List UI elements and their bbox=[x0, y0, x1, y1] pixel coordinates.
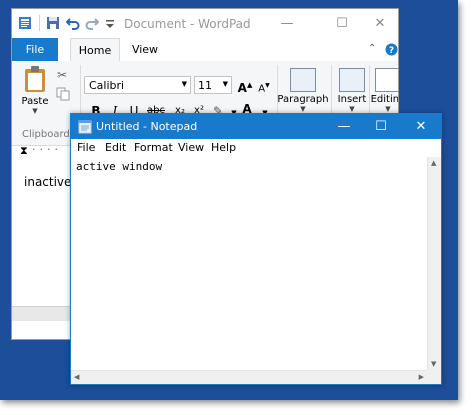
clipboard-icon bbox=[25, 66, 45, 92]
chevron-down-icon: ▼ bbox=[349, 105, 355, 113]
font-size-select[interactable]: 11 ▼ bbox=[194, 76, 232, 94]
binoculars-icon bbox=[375, 68, 398, 92]
wordpad-document-text: inactive bbox=[24, 175, 72, 189]
paragraph-icon bbox=[290, 68, 316, 92]
undo-icon[interactable] bbox=[66, 16, 80, 30]
chevron-down-icon: ▼ bbox=[181, 80, 187, 88]
paste-dropdown-icon: ▼ bbox=[32, 107, 38, 115]
size-grip[interactable] bbox=[427, 370, 441, 384]
editing-button[interactable]: Editing ▼ bbox=[368, 65, 399, 117]
insert-label: Insert bbox=[337, 94, 367, 105]
chevron-down-icon: ▼ bbox=[385, 105, 391, 113]
notepad-text-content: active window bbox=[76, 160, 163, 173]
scroll-up-icon[interactable]: ▲ bbox=[431, 159, 436, 167]
editing-label: Editing bbox=[370, 94, 399, 105]
tab-view[interactable]: View bbox=[130, 38, 160, 61]
paste-button[interactable]: Paste ▼ bbox=[18, 65, 52, 121]
wordpad-titlebar[interactable]: Document - WordPad — ☐ ✕ bbox=[12, 9, 398, 38]
scroll-down-icon[interactable]: ▼ bbox=[431, 360, 436, 368]
indent-marker-icon[interactable]: ⧗ bbox=[20, 144, 28, 158]
minimize-button[interactable]: — bbox=[264, 9, 310, 38]
font-size-value: 11 bbox=[198, 79, 212, 92]
menu-file[interactable]: File bbox=[77, 141, 95, 154]
ribbon-tabs: File Home View ⌃ ? bbox=[12, 38, 398, 62]
clipboard-group-label: Clipboard bbox=[22, 129, 70, 140]
tab-home[interactable]: Home bbox=[70, 38, 120, 62]
chevron-down-icon: ▼ bbox=[300, 105, 306, 113]
notepad-window: Untitled - Notepad — ☐ ✕ File Edit Forma… bbox=[70, 113, 442, 385]
wordpad-horizontal-scrollbar[interactable] bbox=[12, 306, 72, 321]
menu-view[interactable]: View bbox=[178, 141, 204, 154]
minimize-button[interactable]: — bbox=[326, 114, 362, 139]
notepad-title: Untitled - Notepad bbox=[96, 120, 198, 133]
customize-toolbar-icon[interactable] bbox=[103, 16, 117, 30]
copy-icon[interactable] bbox=[56, 87, 70, 101]
titlebar-separator bbox=[39, 15, 40, 31]
notepad-horizontal-scrollbar[interactable]: ◀ ▶ bbox=[71, 370, 427, 384]
svg-text:?: ? bbox=[389, 46, 394, 56]
close-button[interactable]: ✕ bbox=[403, 114, 439, 139]
menu-help[interactable]: Help bbox=[211, 141, 236, 154]
chevron-down-icon: ▼ bbox=[222, 80, 228, 88]
menu-edit[interactable]: Edit bbox=[105, 141, 126, 154]
ruler-ticks: ···· bbox=[32, 143, 62, 156]
paragraph-button[interactable]: Paragraph ▼ bbox=[271, 65, 335, 117]
tab-file[interactable]: File bbox=[12, 38, 58, 61]
help-icon[interactable]: ? bbox=[385, 43, 398, 56]
insert-button[interactable]: Insert ▼ bbox=[332, 65, 372, 117]
notepad-app-icon[interactable] bbox=[78, 119, 92, 134]
wordpad-app-icon[interactable] bbox=[18, 16, 32, 30]
paste-label: Paste bbox=[21, 96, 49, 107]
insert-picture-icon bbox=[339, 68, 365, 92]
menu-format[interactable]: Format bbox=[134, 141, 173, 154]
collapse-ribbon-icon[interactable]: ⌃ bbox=[368, 43, 376, 54]
scroll-right-icon[interactable]: ▶ bbox=[419, 373, 424, 381]
notepad-vertical-scrollbar[interactable]: ▲ ▼ bbox=[427, 157, 441, 370]
redo-icon[interactable] bbox=[85, 16, 99, 30]
font-name-value: Calibri bbox=[89, 79, 125, 92]
save-icon[interactable] bbox=[46, 16, 60, 30]
wordpad-title: Document - WordPad bbox=[124, 17, 251, 31]
notepad-menubar: File Edit Format View Help bbox=[71, 139, 441, 158]
maximize-button[interactable]: ☐ bbox=[363, 114, 399, 139]
grow-font-button[interactable]: A▲ bbox=[236, 76, 254, 95]
notepad-titlebar[interactable]: Untitled - Notepad — ☐ ✕ bbox=[71, 114, 441, 139]
notepad-text-area[interactable]: active window bbox=[71, 157, 427, 370]
font-name-select[interactable]: Calibri ▼ bbox=[84, 76, 191, 94]
close-button[interactable]: ✕ bbox=[357, 9, 398, 38]
paragraph-label: Paragraph bbox=[277, 94, 329, 105]
cut-icon[interactable]: ✂ bbox=[57, 68, 67, 82]
scroll-left-icon[interactable]: ◀ bbox=[74, 373, 79, 381]
